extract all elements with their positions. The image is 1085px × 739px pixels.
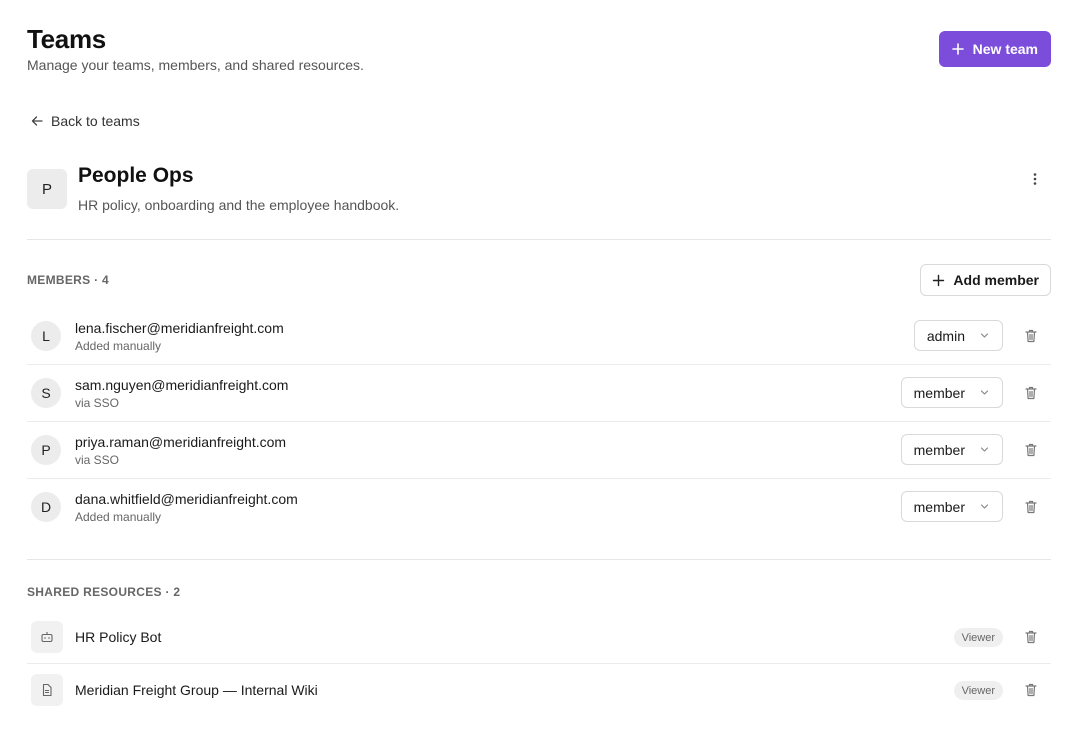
bot-icon (31, 621, 63, 653)
avatar: P (31, 435, 61, 465)
resource-row: HR Policy Bot Viewer (27, 611, 1051, 664)
more-options-icon[interactable] (1027, 171, 1043, 187)
resource-row: Meridian Freight Group — Internal Wiki V… (27, 664, 1051, 717)
member-row: S sam.nguyen@meridianfreight.com via SSO… (27, 365, 1051, 422)
resources-section-label: SHARED RESOURCES · 2 (27, 585, 181, 599)
trash-icon[interactable] (1023, 682, 1039, 698)
member-row: L lena.fischer@meridianfreight.com Added… (27, 308, 1051, 365)
team-avatar: P (27, 169, 67, 209)
trash-icon[interactable] (1023, 385, 1039, 401)
team-name: People Ops (78, 164, 194, 187)
chevron-down-icon (980, 390, 989, 395)
role-value: member (913, 441, 965, 458)
trash-icon[interactable] (1023, 499, 1039, 515)
role-select[interactable]: admin (913, 320, 1003, 351)
page-header: Teams Manage your teams, members, and sh… (27, 24, 1051, 84)
document-icon (31, 674, 63, 706)
divider (27, 559, 1051, 560)
avatar: S (31, 378, 61, 408)
arrow-left-icon (31, 116, 43, 126)
member-row: P priya.raman@meridianfreight.com via SS… (27, 422, 1051, 479)
page-title: Teams (27, 24, 106, 54)
trash-icon[interactable] (1023, 442, 1039, 458)
plus-icon (933, 274, 945, 286)
member-email: sam.nguyen@meridianfreight.com (75, 377, 289, 393)
plus-icon (951, 43, 964, 55)
add-member-label: Add member (953, 272, 1039, 288)
add-member-button[interactable]: Add member (920, 264, 1051, 296)
trash-icon[interactable] (1023, 328, 1039, 344)
access-badge: Viewer (953, 628, 1003, 647)
member-row: D dana.whitfield@meridianfreight.com Add… (27, 479, 1051, 536)
member-source: via SSO (75, 453, 120, 467)
role-value: member (913, 498, 965, 515)
role-value: admin (926, 327, 965, 344)
member-source: Added manually (75, 510, 162, 524)
role-select[interactable]: member (900, 434, 1003, 465)
back-to-teams-link[interactable]: Back to teams (30, 113, 140, 129)
divider (27, 239, 1051, 240)
chevron-down-icon (980, 447, 989, 452)
back-label: Back to teams (51, 113, 140, 129)
members-section-label: MEMBERS · 4 (27, 273, 109, 287)
access-badge: Viewer (953, 681, 1003, 700)
team-header: P People Ops HR policy, onboarding and t… (27, 163, 1051, 219)
member-source: via SSO (75, 396, 120, 410)
member-email: lena.fischer@meridianfreight.com (75, 320, 284, 336)
avatar: D (31, 492, 61, 522)
page-subtitle: Manage your teams, members, and shared r… (27, 57, 364, 73)
member-email: priya.raman@meridianfreight.com (75, 434, 287, 450)
chevron-down-icon (980, 504, 989, 509)
avatar: L (31, 321, 61, 351)
new-team-button[interactable]: New team (938, 31, 1051, 67)
resource-name: HR Policy Bot (75, 629, 162, 645)
resource-list: HR Policy Bot Viewer Meridian Freight Gr… (27, 611, 1051, 717)
new-team-label: New team (972, 41, 1038, 57)
role-select[interactable]: member (900, 377, 1003, 408)
role-value: member (913, 384, 965, 401)
role-select[interactable]: member (900, 491, 1003, 522)
trash-icon[interactable] (1023, 629, 1039, 645)
member-list: L lena.fischer@meridianfreight.com Added… (27, 308, 1051, 536)
member-source: Added manually (75, 339, 162, 353)
resource-name: Meridian Freight Group — Internal Wiki (75, 682, 318, 698)
team-description: HR policy, onboarding and the employee h… (78, 197, 400, 213)
chevron-down-icon (980, 333, 989, 338)
member-email: dana.whitfield@meridianfreight.com (75, 491, 298, 507)
